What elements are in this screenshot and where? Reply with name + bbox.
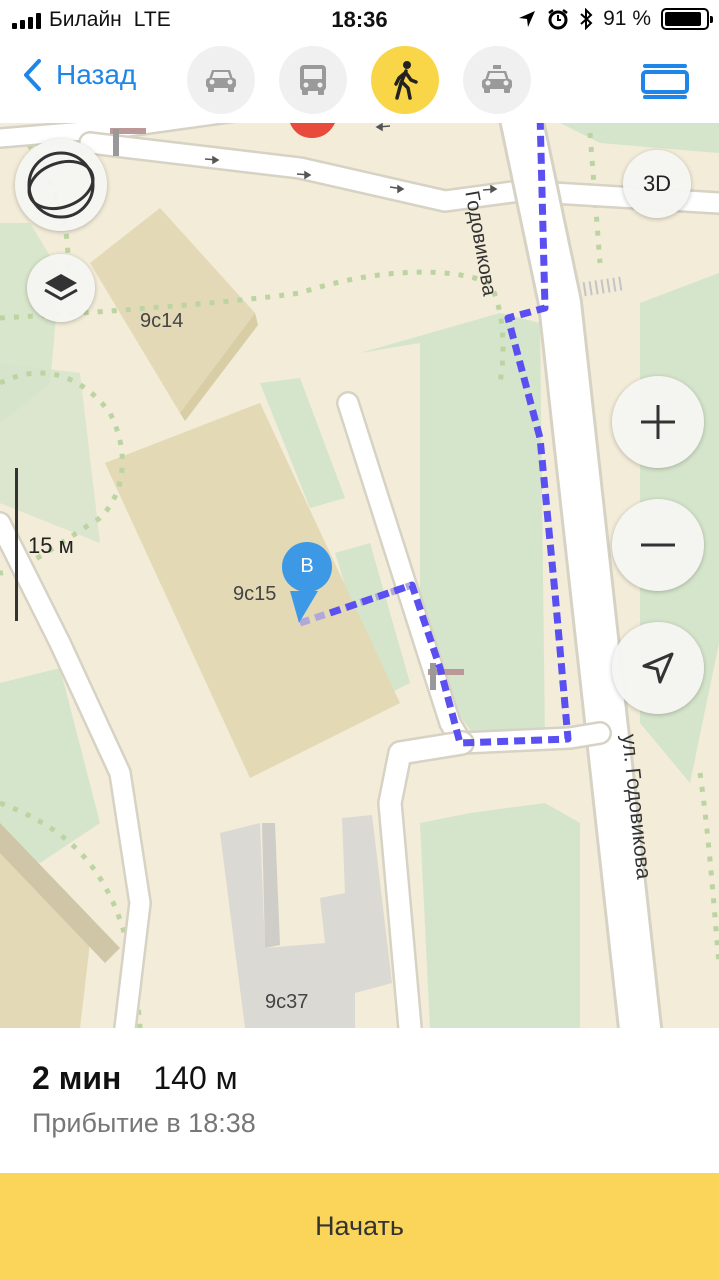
mode-taxi-button[interactable] bbox=[463, 46, 531, 114]
destination-marker-label: B bbox=[300, 555, 314, 577]
location-services-icon bbox=[519, 11, 536, 27]
battery-icon bbox=[661, 8, 713, 30]
location-arrow-icon bbox=[642, 652, 674, 684]
layers-icon bbox=[44, 274, 78, 301]
back-button[interactable]: Назад bbox=[22, 58, 136, 92]
alarm-icon bbox=[548, 9, 568, 30]
battery-percent: 91 % bbox=[603, 7, 651, 30]
route-duration: 2 мин bbox=[32, 1060, 122, 1096]
route-distance: 140 м bbox=[153, 1060, 238, 1096]
building-label: 9с15 bbox=[233, 583, 277, 605]
taxi-icon bbox=[482, 65, 512, 93]
building-label: 9с37 bbox=[265, 991, 309, 1013]
layers-button[interactable] bbox=[27, 254, 95, 322]
mode-car-button[interactable] bbox=[187, 46, 255, 114]
battery-fill bbox=[665, 12, 702, 26]
mode-pedestrian-button[interactable] bbox=[371, 46, 439, 114]
zoom-out-button[interactable] bbox=[612, 499, 704, 591]
map-view[interactable]: B 9с14 9с15 9с37 Годовикова ул. Годовико… bbox=[0, 123, 719, 1028]
route-list-icon bbox=[641, 64, 689, 99]
scale-label: 15 м bbox=[28, 533, 74, 558]
route-list-button[interactable] bbox=[641, 62, 689, 105]
back-label: Назад bbox=[56, 59, 137, 90]
route-summary[interactable]: 2 мин 140 м Прибытие в 18:38 bbox=[0, 1028, 719, 1173]
my-location-button[interactable] bbox=[612, 622, 704, 714]
route-stats: 2 мин 140 м bbox=[32, 1060, 238, 1097]
chevron-left-icon bbox=[24, 59, 41, 91]
start-navigation-button[interactable]: Начать bbox=[0, 1173, 719, 1280]
route-mode-bar: Назад bbox=[0, 40, 719, 123]
plus-icon bbox=[641, 405, 675, 439]
bus-icon bbox=[300, 65, 326, 95]
building-label: 9с14 bbox=[140, 310, 184, 332]
status-right: 91 % bbox=[517, 7, 713, 31]
minus-icon bbox=[641, 543, 675, 547]
bluetooth-icon bbox=[580, 8, 593, 30]
status-bar: Билайн LTE 18:36 91 % bbox=[0, 0, 719, 40]
pedestrian-icon bbox=[394, 61, 418, 100]
map-canvas bbox=[0, 123, 719, 1028]
arrival-time: Прибытие в 18:38 bbox=[32, 1108, 256, 1138]
compass-icon bbox=[27, 151, 95, 219]
scale-bar bbox=[15, 468, 18, 621]
zoom-in-button[interactable] bbox=[612, 376, 704, 468]
compass-button[interactable] bbox=[15, 139, 107, 231]
car-icon bbox=[206, 70, 236, 92]
view-3d-button[interactable]: 3D bbox=[623, 150, 691, 218]
mode-bus-button[interactable] bbox=[279, 46, 347, 114]
